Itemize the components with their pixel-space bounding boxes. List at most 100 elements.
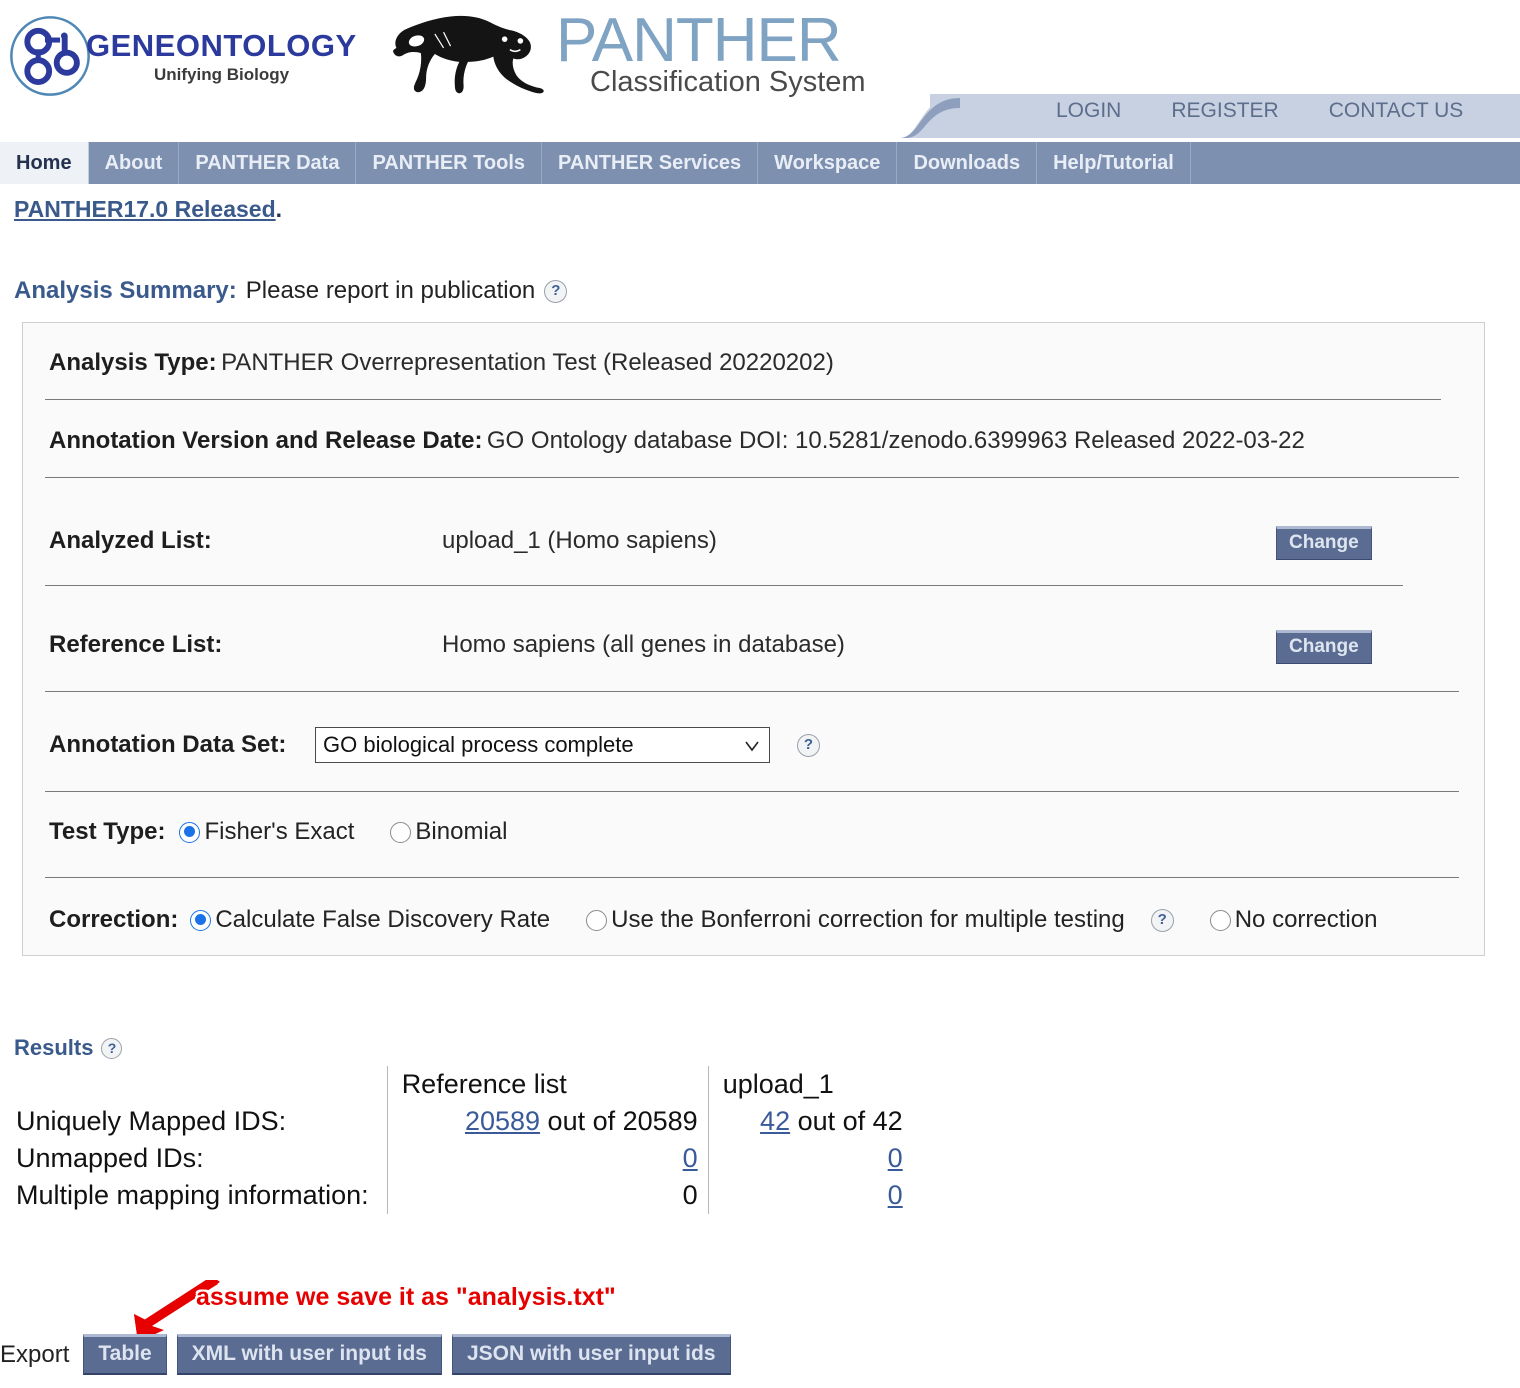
panther-release-link[interactable]: PANTHER17.0 Released: [14, 196, 276, 222]
correction-option-none[interactable]: No correction: [1209, 906, 1378, 934]
nav-tab-panther-tools[interactable]: PANTHER Tools: [356, 142, 543, 184]
annotation-data-set-select[interactable]: GO biological process complete: [315, 727, 770, 763]
row-correction: Correction: Calculate False Discovery Ra…: [49, 906, 1510, 934]
release-period: .: [275, 196, 283, 222]
table-row: Unmapped IDs: 0 0: [16, 1140, 913, 1177]
site-masthead: GENEONTOLOGY Unifying Biology PANTHER Cl…: [0, 0, 1520, 138]
cell-uniquely-mapped-reference: 20589 out of 20589: [386, 1103, 709, 1140]
analysis-type-value: PANTHER Overrepresentation Test (Release…: [221, 349, 834, 376]
nav-tab-home[interactable]: Home: [0, 142, 89, 184]
annotation-note: assume we save it as "analysis.txt": [196, 1283, 616, 1311]
divider-3: [45, 585, 1403, 586]
divider-5: [45, 791, 1459, 792]
analysis-summary-panel: Analysis Type: PANTHER Overrepresentatio…: [22, 322, 1485, 956]
annotation-data-set-label: Annotation Data Set:: [49, 731, 287, 758]
test-type-option-binomial-label: Binomial: [415, 818, 508, 845]
radio-bonferroni[interactable]: [586, 909, 608, 931]
nav-tab-about[interactable]: About: [89, 142, 180, 184]
chevron-down-icon: [745, 741, 759, 752]
analyzed-list-change-button[interactable]: Change: [1276, 526, 1372, 560]
correction-option-bonferroni[interactable]: Use the Bonferroni correction for multip…: [586, 906, 1125, 934]
correction-option-none-label: No correction: [1234, 906, 1378, 933]
cell-uniquely-mapped-upload: 42 out of 42: [707, 1103, 913, 1140]
annotation-data-set-selected-value: GO biological process complete: [323, 732, 634, 757]
annotation-version-value: GO Ontology database DOI: 10.5281/zenodo…: [486, 427, 1305, 454]
help-icon-results[interactable]: ?: [101, 1037, 123, 1059]
help-icon-correction[interactable]: ?: [1150, 908, 1174, 932]
release-announcement: PANTHER17.0 Released.: [14, 196, 282, 223]
test-type-option-fishers-exact[interactable]: Fisher's Exact: [179, 818, 354, 846]
gene-ontology-wordmark: GENEONTOLOGY: [86, 28, 357, 63]
reference-list-label: Reference List:: [49, 631, 223, 658]
nav-tab-panther-services[interactable]: PANTHER Services: [542, 142, 759, 184]
analysis-summary-note: Please report in publication: [245, 277, 536, 304]
gene-ontology-mark-icon: [10, 16, 90, 96]
gene-ontology-tagline: Unifying Biology: [154, 65, 290, 84]
results-col-upload-1: upload_1: [707, 1066, 913, 1103]
nav-tab-downloads[interactable]: Downloads: [897, 142, 1038, 184]
register-link[interactable]: REGISTER: [1171, 99, 1278, 123]
export-label: Export: [0, 1340, 70, 1368]
nav-tab-panther-data[interactable]: PANTHER Data: [179, 142, 357, 184]
text-uniquely-mapped-upload-rest: out of 42: [790, 1106, 903, 1136]
results-col-reference-list: Reference list: [386, 1066, 709, 1103]
results-col-blank: [16, 1066, 387, 1103]
cell-multiple-mapping-upload: 0: [707, 1177, 913, 1214]
login-link[interactable]: LOGIN: [1056, 99, 1121, 123]
results-label: Results: [14, 1035, 94, 1060]
results-table: Reference list upload_1 Uniquely Mapped …: [16, 1066, 936, 1214]
row-label-unmapped-ids: Unmapped IDs:: [16, 1143, 204, 1173]
row-analysis-type: Analysis Type: PANTHER Overrepresentatio…: [49, 349, 1510, 377]
row-label-multiple-mapping: Multiple mapping information:: [16, 1180, 369, 1210]
panther-logo[interactable]: PANTHER Classification System: [378, 2, 866, 112]
radio-fishers-exact[interactable]: [179, 821, 201, 843]
divider-2: [45, 477, 1459, 478]
export-xml-button[interactable]: XML with user input ids: [176, 1334, 442, 1375]
radio-calculate-false-discovery-rate[interactable]: [190, 909, 212, 931]
nav-tab-help-tutorial[interactable]: Help/Tutorial: [1037, 142, 1191, 184]
row-annotation-version: Annotation Version and Release Date: GO …: [49, 427, 1510, 455]
row-test-type: Test Type: Fisher's Exact Binomial: [49, 818, 1510, 846]
results-heading: Results ?: [14, 1035, 123, 1061]
analyzed-list-value: upload_1 (Homo sapiens): [442, 527, 717, 554]
nav-tab-workspace[interactable]: Workspace: [758, 142, 898, 184]
reference-list-value: Homo sapiens (all genes in database): [442, 631, 845, 658]
link-unmapped-reference[interactable]: 0: [683, 1143, 698, 1173]
test-type-label: Test Type:: [49, 818, 166, 845]
divider-1: [45, 399, 1441, 400]
divider-4: [45, 691, 1459, 692]
panther-subtitle: Classification System: [590, 66, 866, 98]
cell-unmapped-reference: 0: [386, 1140, 709, 1177]
nav-filler: [1191, 142, 1520, 184]
reference-list-change-button[interactable]: Change: [1276, 630, 1372, 664]
help-icon-annotation-data-set[interactable]: ?: [797, 734, 820, 757]
contact-us-link[interactable]: CONTACT US: [1329, 99, 1464, 123]
radio-no-correction[interactable]: [1209, 909, 1231, 931]
link-unmapped-upload[interactable]: 0: [888, 1143, 903, 1173]
analysis-summary-label: Analysis Summary:: [14, 277, 237, 304]
correction-option-fdr[interactable]: Calculate False Discovery Rate: [190, 906, 550, 934]
link-uniquely-mapped-reference[interactable]: 20589: [465, 1106, 540, 1136]
export-bar: Export Table XML with user input ids JSO…: [0, 1334, 731, 1375]
table-row: Multiple mapping information: 0 0: [16, 1177, 913, 1214]
radio-binomial[interactable]: [390, 821, 412, 843]
export-json-button[interactable]: JSON with user input ids: [451, 1334, 731, 1375]
table-header-row: Reference list upload_1: [16, 1066, 913, 1103]
export-table-button[interactable]: Table: [83, 1334, 167, 1375]
panther-silhouette-icon: [393, 15, 544, 94]
results-table-element: Reference list upload_1 Uniquely Mapped …: [16, 1066, 913, 1214]
annotation-version-label: Annotation Version and Release Date:: [49, 427, 483, 454]
gene-ontology-logo[interactable]: GENEONTOLOGY Unifying Biology: [8, 12, 356, 100]
cell-unmapped-upload: 0: [707, 1140, 913, 1177]
account-bar-curve-decoration: [900, 94, 960, 138]
test-type-option-binomial[interactable]: Binomial: [390, 818, 507, 846]
correction-option-fdr-label: Calculate False Discovery Rate: [215, 906, 551, 933]
row-annotation-data-set: Annotation Data Set:: [49, 731, 1510, 759]
help-icon-analysis-summary[interactable]: ?: [544, 279, 568, 303]
link-multiple-mapping-upload[interactable]: 0: [888, 1180, 903, 1210]
analysis-type-label: Analysis Type:: [49, 349, 217, 376]
main-navigation: Home About PANTHER Data PANTHER Tools PA…: [0, 142, 1520, 184]
correction-label: Correction:: [49, 906, 179, 933]
link-uniquely-mapped-upload[interactable]: 42: [760, 1106, 790, 1136]
panther-wordmark: PANTHER: [556, 6, 842, 75]
